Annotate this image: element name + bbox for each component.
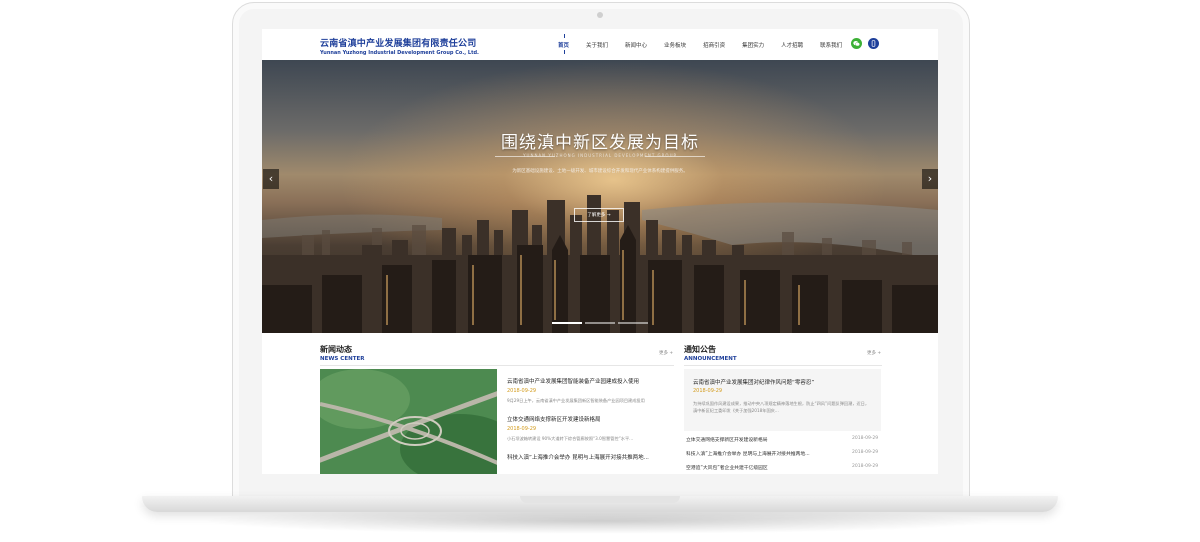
news-item-title[interactable]: 云南省滇中产业发展集团智能装备产业园建成投入使用 <box>507 377 677 385</box>
announcement-more-link[interactable]: 更多 + <box>867 350 881 356</box>
announcement-item[interactable]: 科技入滇”上海推介会举办 昆明与上海展开对接共推两地... 2018-09-29 <box>684 448 882 462</box>
news-item[interactable]: 立体交通网络支撑新区开发建设新格局 2018-09-29 小石坝波箱转建设 90… <box>507 415 677 442</box>
logo-name-cn: 云南省滇中产业发展集团有限责任公司 <box>320 39 477 49</box>
news-item-desc: 9月29日上午，云南省滇中产业发展集团新区智能装备产业园项目建成投用 <box>507 398 645 403</box>
carousel-dot-3[interactable] <box>618 322 648 324</box>
learn-more-button[interactable]: 了解更多 → <box>574 208 624 222</box>
nav-item-home[interactable]: 首页 <box>558 34 569 54</box>
announcement-item-date: 2018-09-29 <box>852 450 879 455</box>
highway-interchange-image <box>320 369 497 474</box>
nav-item-careers[interactable]: 人才招聘 <box>781 41 803 49</box>
announcement-featured[interactable]: 云南省滇中产业发展集团对纪律作风问题“零容忍” 2018-09-29 为持续巩固… <box>684 369 881 431</box>
city-skyline-image <box>262 195 938 333</box>
nav-item-about[interactable]: 关于我们 <box>586 41 608 49</box>
hero-banner: ‹ › 围绕滇中新区发展为目标 YUNNAN YUZHONG INDUSTRIA… <box>262 60 938 333</box>
nav-item-investment[interactable]: 招商引资 <box>703 41 725 49</box>
nav-item-news[interactable]: 新闻中心 <box>625 41 647 49</box>
news-item[interactable]: 云南省滇中产业发展集团智能装备产业园建成投入使用 2018-09-29 9月29… <box>507 377 677 404</box>
announcement-divider <box>684 365 882 366</box>
logo-name-en: Yunnan Yuzhong Industrial Development Gr… <box>320 50 479 56</box>
news-section-header: 新闻动态 NEWS CENTER <box>320 344 364 362</box>
announcement-section-title: 通知公告 <box>684 345 716 354</box>
news-item-desc: 小石坝波箱转建设 90%大道转下综合管廊按照“3.0智慧管控”水平... <box>507 436 634 441</box>
phone-icon[interactable] <box>868 38 879 49</box>
wechat-icon[interactable] <box>851 38 862 49</box>
carousel-dot-2[interactable] <box>585 322 615 324</box>
news-divider <box>320 365 674 366</box>
announcement-item-date: 2018-09-29 <box>852 464 879 469</box>
site-header: 云南省滇中产业发展集团有限责任公司 Yunnan Yuzhong Industr… <box>262 29 938 60</box>
news-item-date: 2018-09-29 <box>507 388 537 394</box>
announcement-featured-date: 2018-09-29 <box>693 388 723 394</box>
announcement-item-date: 2018-09-29 <box>852 436 879 441</box>
news-section-title: 新闻动态 <box>320 345 352 354</box>
nav-item-contact[interactable]: 联系我们 <box>820 41 842 49</box>
announcement-section-header: 通知公告 ANNOUNCEMENT <box>684 344 737 362</box>
hero-subtitle: YUNNAN YUZHONG INDUSTRIAL DEVELOPMENT GR… <box>523 153 677 158</box>
carousel-indicators <box>552 322 651 324</box>
announcement-item-title[interactable]: 科技入滇”上海推介会举办 昆明与上海展开对接共推两地... <box>686 450 810 457</box>
news-list: 云南省滇中产业发展集团智能装备产业园建成投入使用 2018-09-29 9月29… <box>507 377 677 472</box>
news-item-title[interactable]: 立体交通网络支撑新区开发建设新格局 <box>507 415 677 423</box>
carousel-dot-1[interactable] <box>552 322 582 324</box>
announcement-featured-title[interactable]: 云南省滇中产业发展集团对纪律作风问题“零容忍” <box>693 378 814 386</box>
news-section-subtitle: NEWS CENTER <box>320 356 365 362</box>
nav-item-strength[interactable]: 集团实力 <box>742 41 764 49</box>
camera-dot <box>597 12 603 18</box>
news-featured-image[interactable] <box>320 369 497 474</box>
hero-title: 围绕滇中新区发展为目标 <box>501 133 699 153</box>
news-item-date: 2018-09-29 <box>507 426 537 432</box>
main-nav: 首页 关于我们 新闻中心 业务板块 招商引资 集团实力 人才招聘 联系我们 <box>558 34 859 54</box>
news-more-link[interactable]: 更多 + <box>659 350 673 356</box>
nav-item-business[interactable]: 业务板块 <box>664 41 686 49</box>
announcement-item-title[interactable]: 立体交通网络支撑新区开发建设新格局 <box>686 436 768 443</box>
announcement-item[interactable]: 立体交通网络支撑新区开发建设新格局 2018-09-29 <box>684 434 882 448</box>
browser-screen: 云南省滇中产业发展集团有限责任公司 Yunnan Yuzhong Industr… <box>262 29 938 474</box>
site-logo[interactable]: 云南省滇中产业发展集团有限责任公司 Yunnan Yuzhong Industr… <box>320 36 479 56</box>
hero-description: 为新区基础设施建设、土地一级开发、城市建设综合开发和现代产业体系构建提供服务。 <box>512 169 688 174</box>
announcement-section-subtitle: ANNOUNCEMENT <box>684 356 737 362</box>
news-item-title[interactable]: 科技入滇”上海推介会举办 昆明与上海展开对接共推两地... <box>507 453 677 461</box>
laptop-notch <box>520 496 680 503</box>
announcement-featured-desc: 为持续巩固作风建设成果，推动中央八项规定精神落地生根，防止“四风”问题反弹回潮，… <box>693 401 870 413</box>
news-item[interactable]: 科技入滇”上海推介会举办 昆明与上海展开对接共推两地... <box>507 453 677 461</box>
announcement-item[interactable]: 空港追“大风包”者企业共建千亿级园区 2018-09-29 <box>684 462 882 474</box>
announcement-item-title[interactable]: 空港追“大风包”者企业共建千亿级园区 <box>686 464 768 471</box>
announcement-list: 立体交通网络支撑新区开发建设新格局 2018-09-29 科技入滇”上海推介会举… <box>684 434 882 474</box>
